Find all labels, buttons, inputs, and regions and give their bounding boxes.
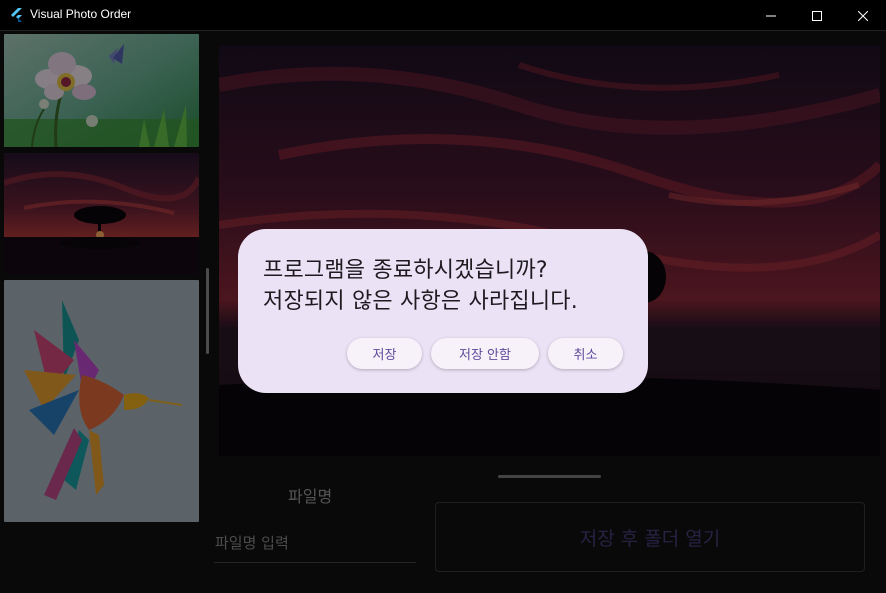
dialog-dont-save-button[interactable]: 저장 안함 (431, 338, 539, 369)
dialog-cancel-button[interactable]: 취소 (548, 338, 623, 369)
dialog-message: 프로그램을 종료하시겠습니까? 저장되지 않은 사항은 사라집니다. (263, 255, 578, 317)
close-button[interactable] (840, 0, 886, 31)
exit-confirm-dialog: 프로그램을 종료하시겠습니까? 저장되지 않은 사항은 사라집니다. 저장 저장… (238, 229, 648, 393)
maximize-icon (812, 10, 822, 21)
dialog-message-line-1: 프로그램을 종료하시겠습니까? (263, 258, 548, 283)
title-bar: Visual Photo Order (0, 0, 886, 31)
close-icon (858, 10, 868, 21)
dialog-save-button[interactable]: 저장 (347, 338, 422, 369)
window-title: Visual Photo Order (30, 7, 132, 21)
minimize-button[interactable] (748, 0, 794, 31)
dialog-message-line-2: 저장되지 않은 사항은 사라집니다. (263, 289, 578, 314)
maximize-button[interactable] (794, 0, 840, 31)
minimize-icon (766, 15, 776, 16)
flutter-app-icon (11, 8, 22, 22)
